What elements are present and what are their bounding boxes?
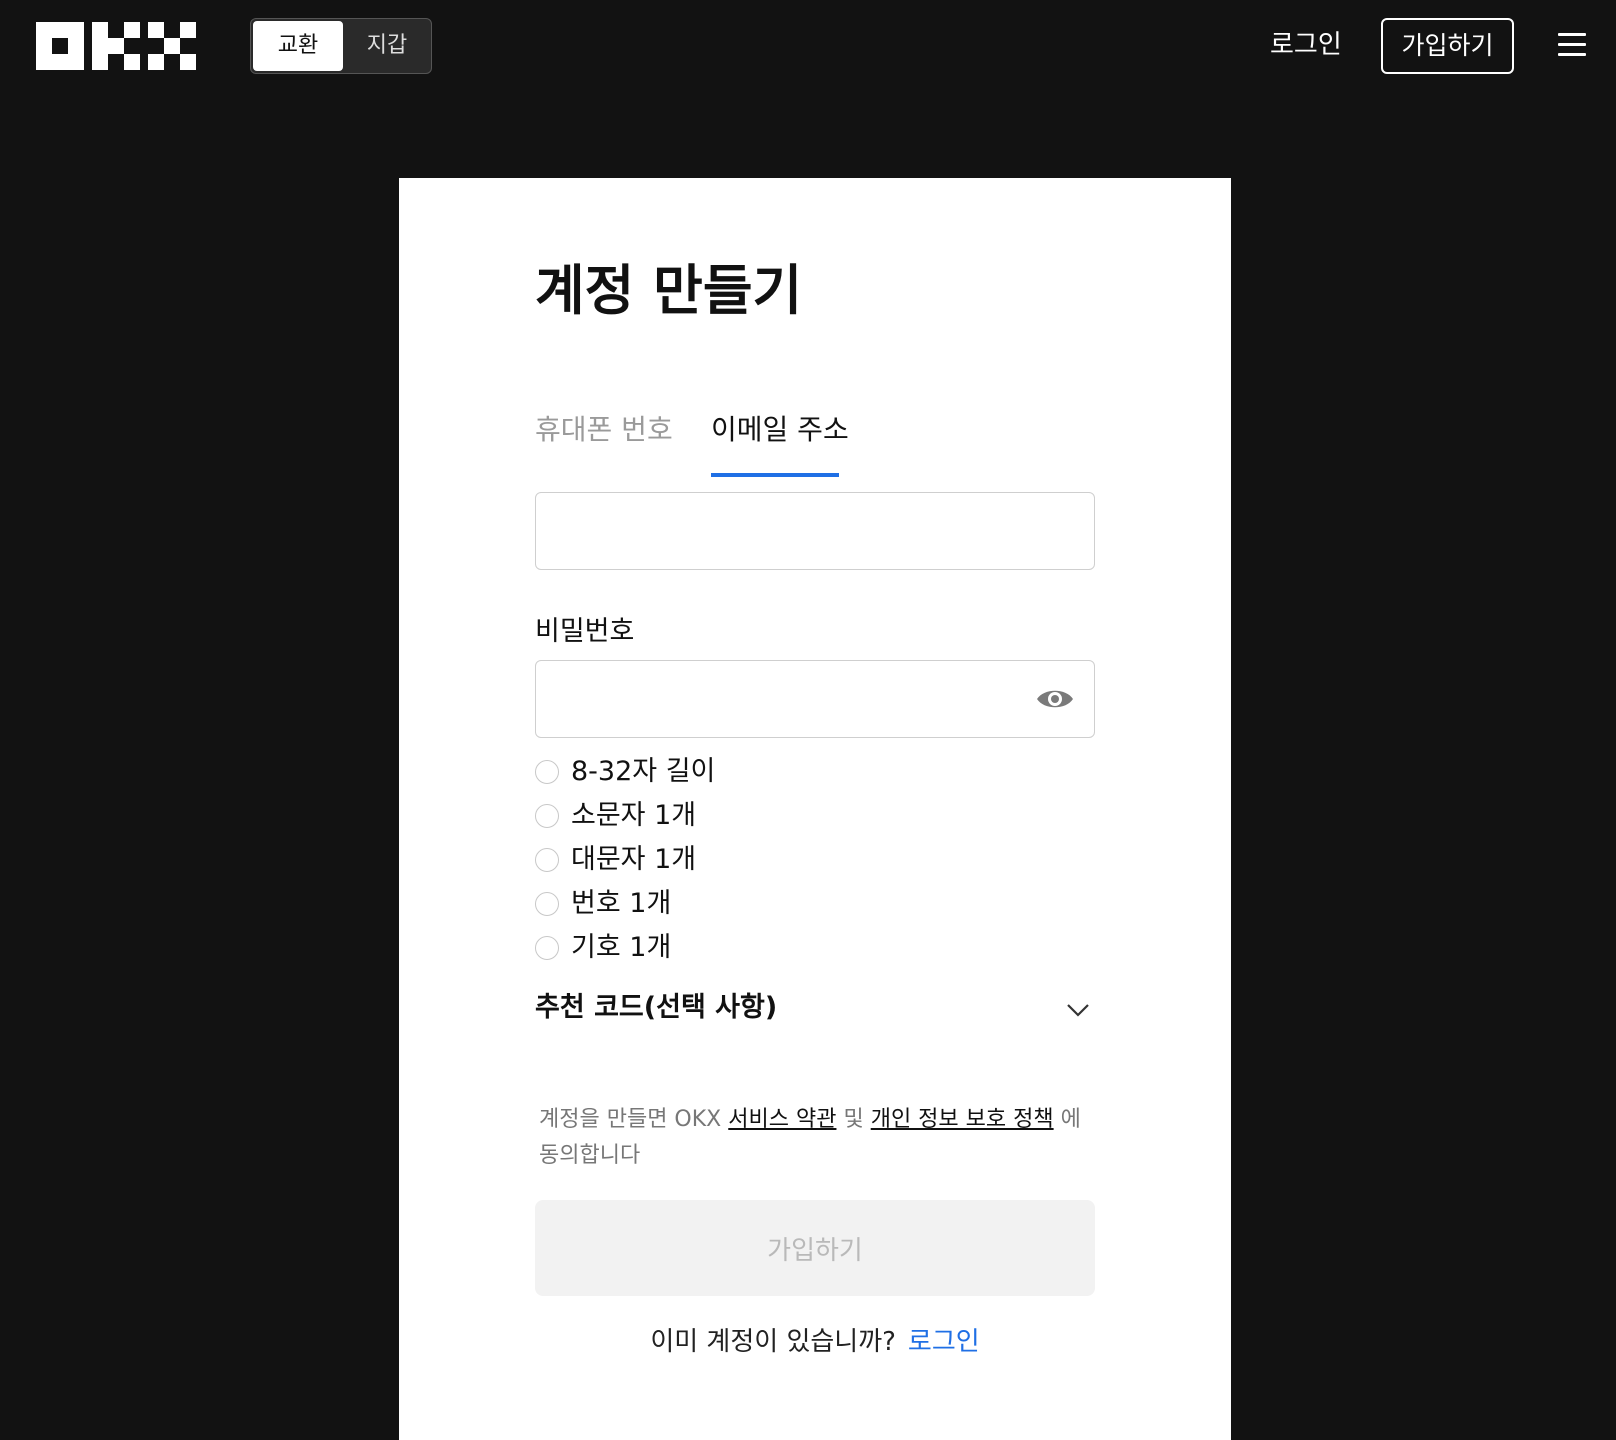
password-label: 비밀번호 <box>535 616 635 647</box>
top-nav: 교환 지갑 로그인 가입하기 <box>0 0 1616 92</box>
terms-of-service-link[interactable]: 서비스 약관 <box>728 1107 836 1132</box>
requirement-text: 대문자 1개 <box>571 844 697 875</box>
exchange-tab[interactable]: 교환 <box>253 21 343 71</box>
header-login-link[interactable]: 로그인 <box>1270 22 1342 68</box>
terms-conjunction: 및 <box>843 1107 864 1132</box>
referral-code-label: 추천 코드(선택 사항) <box>535 992 778 1023</box>
tab-email-address[interactable]: 이메일 주소 <box>711 410 849 450</box>
password-field <box>535 660 1095 738</box>
terms-notice: 계정을 만들면 OKX 서비스 약관 및 개인 정보 보호 정책 에 동의합니다 <box>539 1102 1095 1174</box>
footer-login-link[interactable]: 로그인 <box>908 1327 980 1357</box>
page-title: 계정 만들기 <box>535 259 803 322</box>
tab-phone-number[interactable]: 휴대폰 번호 <box>535 410 673 450</box>
requirement-text: 소문자 1개 <box>571 800 697 831</box>
okx-logo[interactable] <box>36 22 196 70</box>
signup-method-tabs: 휴대폰 번호 이메일 주소 <box>535 410 1095 456</box>
signup-card: 계정 만들기 휴대폰 번호 이메일 주소 비밀번호 8-32자 길이 소문자 1… <box>399 178 1231 1440</box>
header-signup-button[interactable]: 가입하기 <box>1381 18 1514 74</box>
requirement-text: 기호 1개 <box>571 932 672 963</box>
requirement-status-icon <box>535 760 559 784</box>
requirement-text: 8-32자 길이 <box>571 756 716 787</box>
requirement-status-icon <box>535 936 559 960</box>
existing-account-prompt: 이미 계정이 있습니까? 로그인 <box>535 1322 1095 1362</box>
wallet-tab[interactable]: 지갑 <box>343 21 431 71</box>
active-tab-indicator <box>711 473 839 477</box>
requirement-text: 번호 1개 <box>571 888 672 919</box>
chevron-down-icon <box>1067 1004 1089 1017</box>
signup-submit-button[interactable]: 가입하기 <box>535 1200 1095 1296</box>
referral-code-toggle[interactable]: 추천 코드(선택 사항) <box>535 988 1095 1034</box>
privacy-policy-link[interactable]: 개인 정보 보호 정책 <box>871 1107 1054 1132</box>
password-input[interactable] <box>535 660 1095 738</box>
exchange-wallet-switch: 교환 지갑 <box>250 18 432 74</box>
hamburger-menu-icon[interactable] <box>1558 30 1588 60</box>
existing-account-text: 이미 계정이 있습니까? <box>650 1327 896 1357</box>
terms-prefix: 계정을 만들면 OKX <box>539 1107 722 1132</box>
email-input[interactable] <box>535 492 1095 570</box>
requirement-status-icon <box>535 848 559 872</box>
requirement-status-icon <box>535 804 559 828</box>
eye-icon[interactable] <box>1035 684 1075 714</box>
requirement-status-icon <box>535 892 559 916</box>
